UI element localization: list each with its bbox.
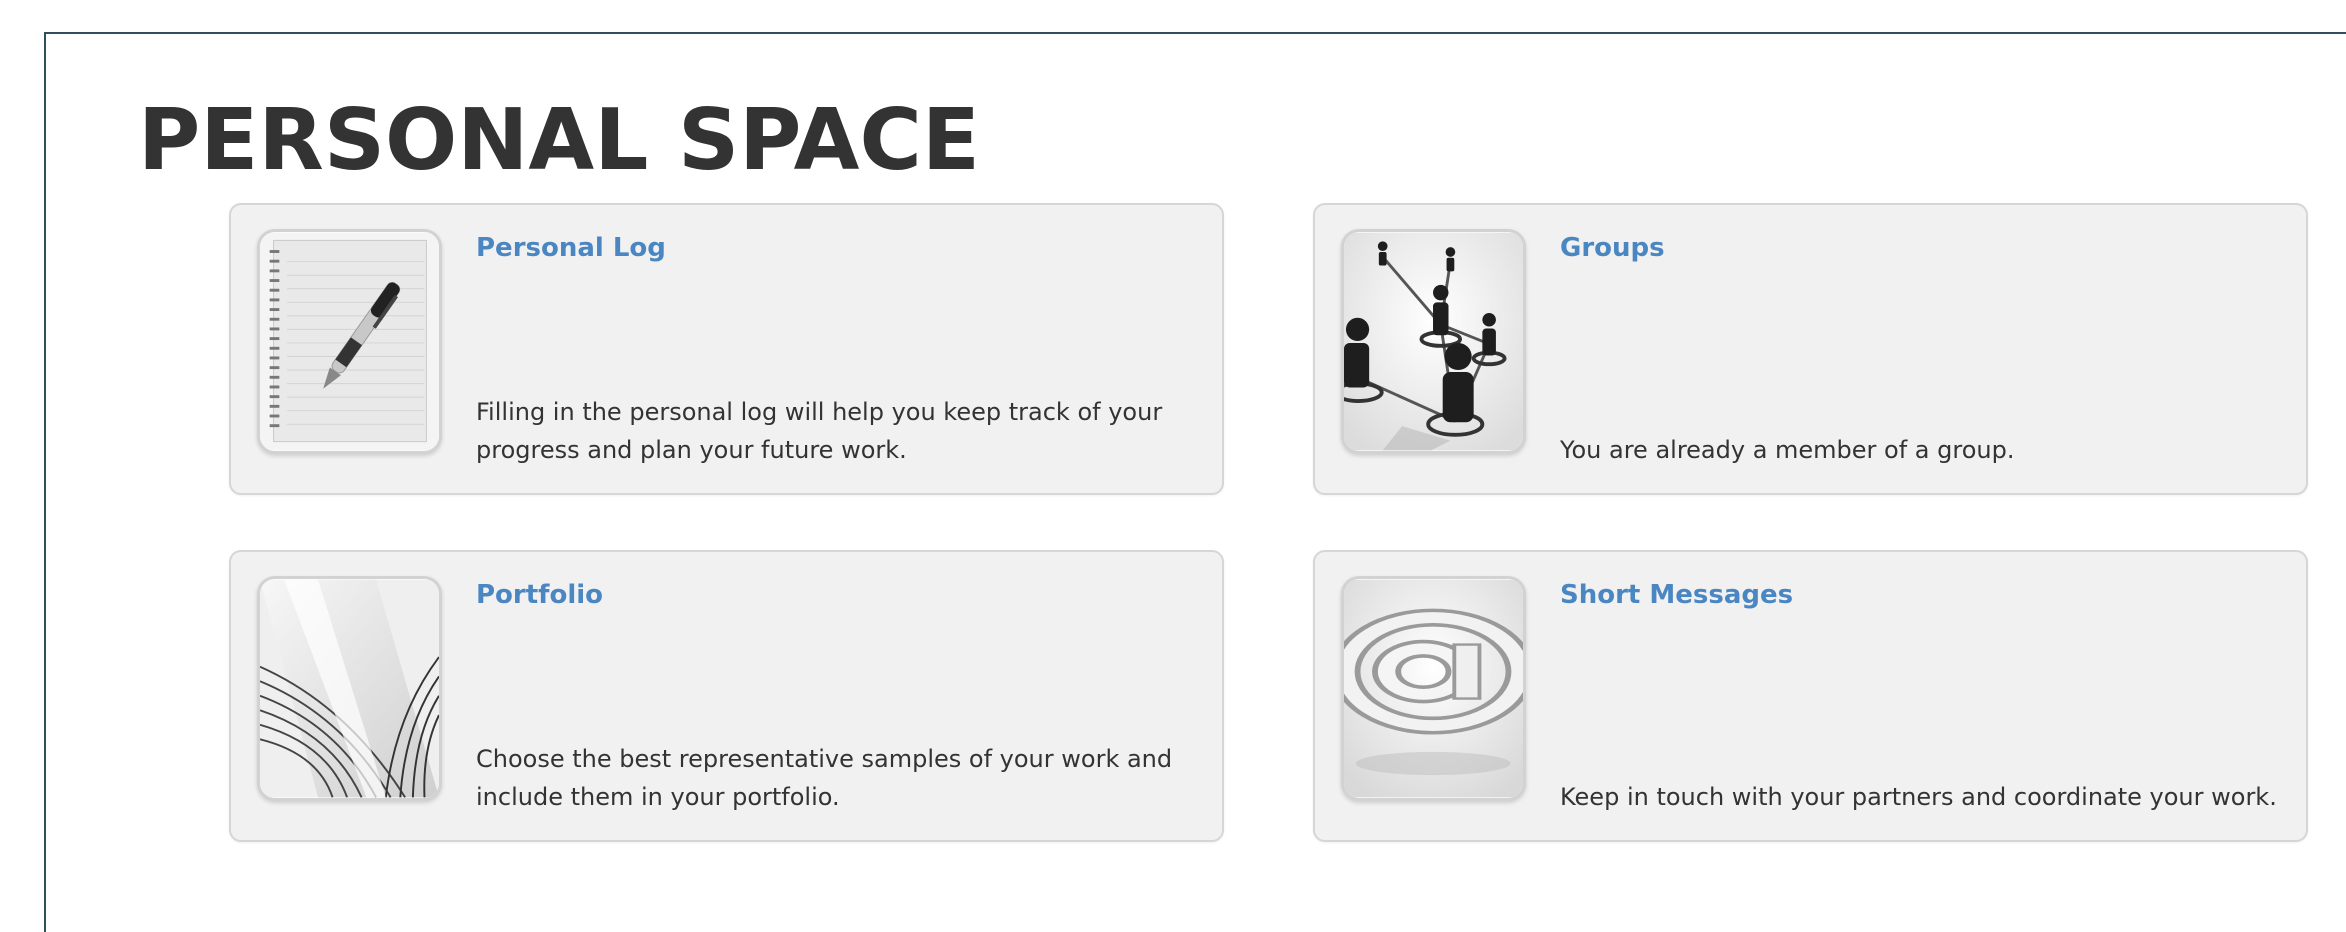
card-description: Choose the best representative samples o… [476, 745, 1173, 811]
card-description: Keep in touch with your partners and coo… [1560, 783, 2277, 811]
card-portfolio[interactable]: Portfolio Choose the best representative… [229, 550, 1224, 842]
notebook-pen-icon[interactable] [257, 229, 442, 454]
card-short-messages[interactable]: Short Messages Keep in touch with your p… [1313, 550, 2308, 842]
open-book-icon[interactable] [257, 576, 442, 801]
card-title-personal-log[interactable]: Personal Log [476, 231, 666, 265]
card-title-portfolio[interactable]: Portfolio [476, 578, 603, 612]
at-sign-image [1344, 579, 1523, 798]
network-people-image [1344, 232, 1523, 451]
card-personal-log[interactable]: Personal Log Filling in the personal log… [229, 203, 1224, 495]
at-sign-icon[interactable] [1341, 576, 1526, 801]
card-title-short-messages[interactable]: Short Messages [1560, 578, 1793, 612]
page-title: PERSONAL SPACE [138, 91, 980, 190]
notebook-pen-image [260, 232, 439, 451]
open-book-image [260, 579, 439, 798]
network-people-icon[interactable] [1341, 229, 1526, 454]
card-title-groups[interactable]: Groups [1560, 231, 1665, 265]
card-description: You are already a member of a group. [1560, 436, 2015, 464]
card-description: Filling in the personal log will help yo… [476, 398, 1163, 464]
card-groups[interactable]: Groups You are already a member of a gro… [1313, 203, 2308, 495]
